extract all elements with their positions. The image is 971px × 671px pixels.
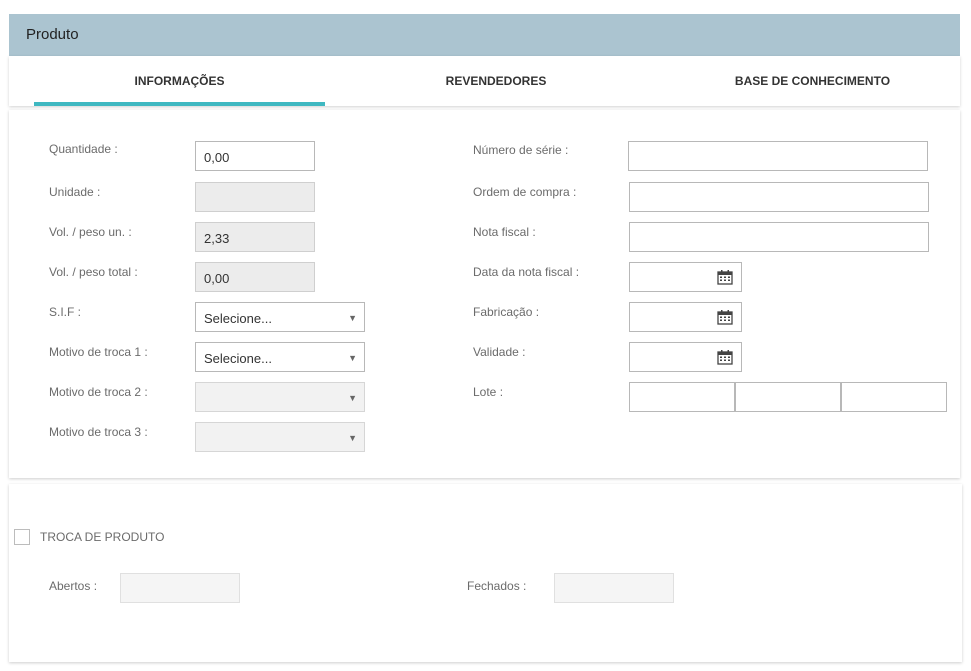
tab-base-conhecimento[interactable]: BASE DE CONHECIMENTO — [665, 74, 960, 88]
abertos-input — [120, 573, 240, 603]
lote-input-2[interactable] — [735, 382, 841, 412]
chevron-down-icon: ▼ — [348, 393, 357, 403]
ordem-compra-input[interactable] — [629, 182, 929, 212]
vol-peso-total-label: Vol. / peso total : — [49, 265, 138, 279]
page-title: Produto — [26, 26, 79, 43]
troca-produto-label: TROCA DE PRODUTO — [40, 530, 165, 544]
motivo-troca-2-label: Motivo de troca 2 : — [49, 385, 148, 399]
info-form-panel: Quantidade : 0,00 Unidade : Vol. / peso … — [9, 110, 960, 478]
nota-fiscal-input[interactable] — [629, 222, 929, 252]
tab-informacoes[interactable]: INFORMAÇÕES — [34, 74, 325, 88]
fabricacao-input[interactable] — [629, 302, 742, 332]
fechados-input — [554, 573, 674, 603]
vol-peso-un-input: 2,33 — [195, 222, 315, 252]
nota-fiscal-label: Nota fiscal : — [473, 225, 536, 239]
motivo-troca-3-select: ▼ — [195, 422, 365, 452]
motivo-troca-1-value: Selecione... — [204, 351, 272, 366]
chevron-down-icon: ▼ — [348, 353, 357, 363]
unidade-input — [195, 182, 315, 212]
validade-input[interactable] — [629, 342, 742, 372]
ordem-compra-label: Ordem de compra : — [473, 185, 577, 199]
calendar-icon[interactable] — [717, 349, 733, 365]
vol-peso-total-input: 0,00 — [195, 262, 315, 292]
motivo-troca-3-label: Motivo de troca 3 : — [49, 425, 148, 439]
lote-input-1[interactable] — [629, 382, 735, 412]
sif-select-value: Selecione... — [204, 311, 272, 326]
chevron-down-icon: ▼ — [348, 433, 357, 443]
calendar-icon[interactable] — [717, 309, 733, 325]
motivo-troca-1-label: Motivo de troca 1 : — [49, 345, 148, 359]
tab-revendedores[interactable]: REVENDEDORES — [351, 74, 641, 88]
calendar-icon[interactable] — [717, 269, 733, 285]
troca-produto-checkbox[interactable] — [14, 529, 30, 545]
motivo-troca-2-select: ▼ — [195, 382, 365, 412]
active-tab-indicator — [34, 102, 325, 106]
panel-header: Produto — [9, 14, 960, 56]
sif-select[interactable]: Selecione... ▼ — [195, 302, 365, 332]
validade-label: Validade : — [473, 345, 526, 359]
data-nota-fiscal-label: Data da nota fiscal : — [473, 265, 580, 279]
fabricacao-label: Fabricação : — [473, 305, 540, 319]
motivo-troca-1-select[interactable]: Selecione... ▼ — [195, 342, 365, 372]
lote-label: Lote : — [473, 385, 504, 399]
data-nota-fiscal-input[interactable] — [629, 262, 742, 292]
sif-label: S.I.F : — [49, 305, 82, 319]
unidade-label: Unidade : — [49, 185, 101, 199]
fechados-label: Fechados : — [467, 579, 527, 593]
lote-input-3[interactable] — [841, 382, 947, 412]
quantidade-input[interactable]: 0,00 — [195, 141, 315, 171]
vol-peso-un-label: Vol. / peso un. : — [49, 225, 132, 239]
abertos-label: Abertos : — [49, 579, 98, 593]
numero-serie-label: Número de série : — [473, 143, 569, 157]
quantidade-label: Quantidade : — [49, 142, 118, 156]
chevron-down-icon: ▼ — [348, 313, 357, 323]
tab-bar: INFORMAÇÕES REVENDEDORES BASE DE CONHECI… — [9, 56, 960, 106]
numero-serie-input[interactable] — [628, 141, 928, 171]
